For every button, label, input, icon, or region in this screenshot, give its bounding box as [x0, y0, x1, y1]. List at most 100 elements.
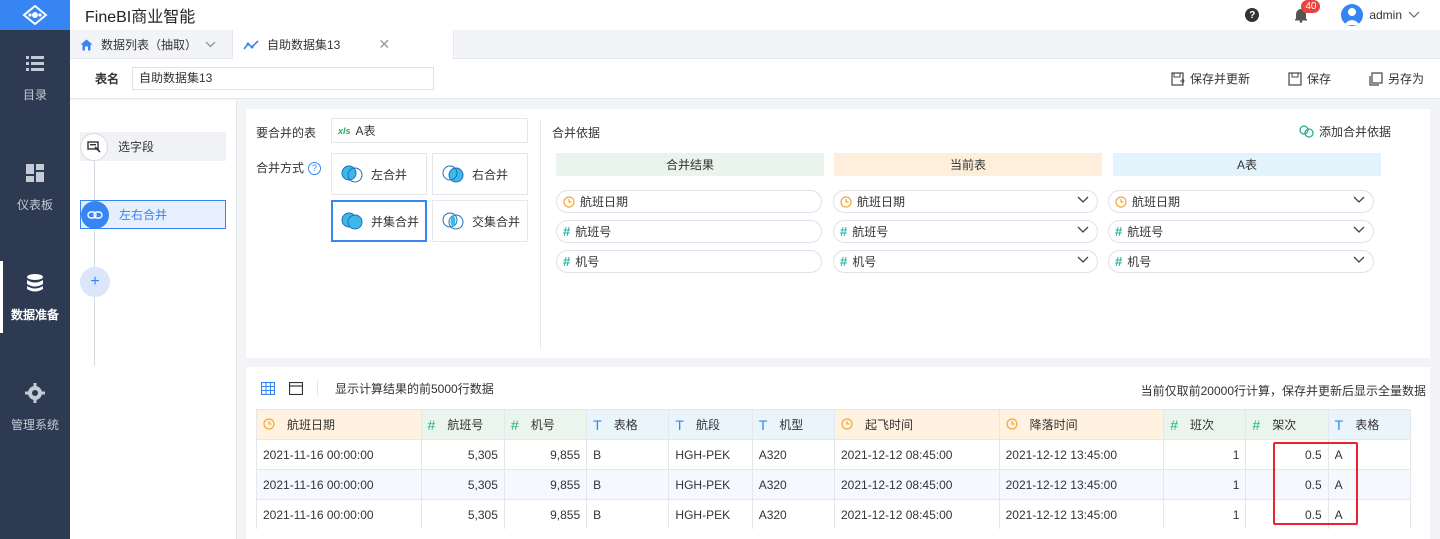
chevron-down-icon[interactable] — [1408, 11, 1420, 19]
table-cell[interactable]: 0.5 — [1245, 439, 1329, 470]
avatar[interactable] — [1341, 4, 1364, 26]
table-cell[interactable]: 1 — [1163, 469, 1247, 500]
table-cell[interactable]: A320 — [751, 499, 836, 529]
add-step-button[interactable]: + — [80, 267, 110, 297]
user-name[interactable]: admin — [1369, 8, 1402, 22]
nav-dashboard[interactable]: 仪表板 — [0, 147, 70, 227]
table-name-input[interactable]: 自助数据集13 — [132, 67, 434, 90]
tab-self-dataset[interactable]: 自助数据集13 ✕ — [233, 30, 454, 59]
save-label: 保存 — [1306, 72, 1331, 86]
chevron-down-icon — [1353, 256, 1365, 263]
current-field-select[interactable]: 航班日期 — [833, 190, 1098, 213]
table-cell[interactable]: 2021-12-12 08:45:00 — [834, 439, 1000, 470]
column-header[interactable]: # 机号 — [503, 409, 588, 440]
database-icon — [27, 273, 43, 291]
current-field-select[interactable]: # 机号 — [833, 250, 1098, 273]
column-header[interactable]: # 班次 — [1163, 409, 1247, 440]
save-update-icon — [1171, 71, 1185, 86]
intersect-merge-button[interactable]: 交集合并 — [432, 200, 528, 242]
save-update-button[interactable]: 保存并更新 — [1171, 70, 1250, 87]
table-cell[interactable]: 1 — [1163, 439, 1247, 470]
table-cell[interactable]: HGH-PEK — [668, 439, 753, 470]
other-field-select[interactable]: # 机号 — [1108, 250, 1374, 273]
save-as-button[interactable]: 另存为 — [1369, 70, 1424, 87]
column-header[interactable]: 起飞时间 — [834, 409, 1000, 440]
save-as-icon — [1369, 71, 1383, 86]
union-merge-button[interactable]: 并集合并 — [331, 200, 427, 242]
table-cell[interactable]: 2021-12-12 13:45:00 — [998, 439, 1165, 470]
bell-icon[interactable]: 40 — [1293, 0, 1321, 23]
column-header[interactable]: # 航班号 — [420, 409, 505, 440]
current-field-select[interactable]: # 航班号 — [833, 220, 1098, 243]
table-cell[interactable]: 2021-12-12 13:45:00 — [998, 469, 1165, 500]
table-cell[interactable]: B — [586, 439, 670, 470]
table-cell[interactable]: B — [586, 469, 670, 500]
notification-badge: 40 — [1301, 0, 1321, 13]
table-cell[interactable]: 2021-12-12 08:45:00 — [834, 469, 1000, 500]
column-header[interactable]: 降落时间 — [998, 409, 1165, 440]
table-cell[interactable]: 2021-12-12 13:45:00 — [998, 499, 1165, 529]
table-cell[interactable]: 1 — [1163, 499, 1247, 529]
other-field-select[interactable]: 航班日期 — [1108, 190, 1374, 213]
table-view-icon[interactable] — [261, 381, 275, 395]
column-header[interactable]: T 表格 — [586, 409, 670, 440]
nav-directory[interactable]: 目录 — [0, 37, 70, 117]
nav-admin[interactable]: 管理系统 — [0, 367, 70, 447]
preview-table: 航班日期 # 航班号 # 机号 T 表格 T 航段 T 机型 起飞时间 降落时间 # 班次 # 架次 T 表格 20… — [256, 409, 1411, 529]
table-cell[interactable]: 2021-11-16 00:00:00 — [256, 499, 422, 529]
add-basis-button[interactable]: 添加合并依据 — [1299, 123, 1391, 140]
table-cell[interactable]: 0.5 — [1245, 499, 1329, 529]
table-cell[interactable]: 2021-12-12 08:45:00 — [834, 499, 1000, 529]
field-name: 航班号 — [575, 225, 612, 239]
table-cell[interactable]: A — [1327, 499, 1411, 529]
table-cell[interactable]: 2021-11-16 00:00:00 — [256, 439, 422, 470]
table-cell[interactable]: A320 — [751, 439, 836, 470]
question-icon[interactable]: ? — [308, 162, 322, 176]
table-cell[interactable]: 9,855 — [503, 469, 588, 500]
text-icon: T — [758, 417, 768, 434]
column-header[interactable]: T 机型 — [751, 409, 836, 440]
result-field[interactable]: # 机号 — [556, 250, 822, 273]
table-cell[interactable]: A — [1327, 469, 1411, 500]
table-cell[interactable]: A — [1327, 439, 1411, 470]
column-header[interactable]: T 表格 — [1327, 409, 1411, 440]
close-icon[interactable]: ✕ — [378, 36, 390, 53]
logo-icon[interactable] — [0, 0, 70, 30]
column-header-label: 航班日期 — [287, 417, 336, 432]
column-header[interactable]: 航班日期 — [256, 409, 422, 440]
nav-data-prep[interactable]: 数据准备 — [0, 257, 70, 337]
panel-view-icon[interactable] — [289, 381, 303, 395]
table-cell[interactable]: 5,305 — [420, 469, 505, 500]
other-column-header: A表 — [1113, 153, 1381, 176]
right-merge-button[interactable]: 右合并 — [432, 153, 528, 195]
table-cell[interactable]: 5,305 — [420, 439, 505, 470]
step-lr-merge[interactable]: 左右合并 — [80, 200, 226, 229]
nav-label-dashboard: 仪表板 — [16, 197, 53, 212]
field-name: 航班日期 — [1132, 195, 1181, 209]
table-cell[interactable]: HGH-PEK — [668, 469, 753, 500]
merge-table-field[interactable]: xls A表 — [331, 118, 528, 143]
result-field[interactable]: # 航班号 — [556, 220, 822, 243]
save-button[interactable]: 保存 — [1288, 70, 1331, 87]
table-cell[interactable]: 9,855 — [503, 439, 588, 470]
column-header-label: 起飞时间 — [865, 417, 914, 432]
table-cell[interactable]: A320 — [751, 469, 836, 500]
table-cell[interactable]: 2021-11-16 00:00:00 — [256, 469, 422, 500]
other-field-select[interactable]: # 航班号 — [1108, 220, 1374, 243]
table-cell[interactable]: HGH-PEK — [668, 499, 753, 529]
table-cell[interactable]: 9,855 — [503, 499, 588, 529]
column-header[interactable]: # 架次 — [1245, 409, 1329, 440]
link-icon — [81, 200, 109, 229]
step-select-fields[interactable]: 选字段 — [80, 132, 226, 161]
chevron-down-icon[interactable] — [205, 41, 216, 48]
tab-label: 自助数据集13 — [267, 38, 341, 52]
result-field[interactable]: 航班日期 — [556, 190, 822, 213]
tab-data-list[interactable]: 数据列表（抽取） — [70, 30, 233, 59]
number-icon: # — [1252, 417, 1261, 434]
table-cell[interactable]: 0.5 — [1245, 469, 1329, 500]
table-cell[interactable]: B — [586, 499, 670, 529]
help-icon[interactable]: ? — [1245, 8, 1260, 22]
left-merge-button[interactable]: 左合并 — [331, 153, 427, 195]
column-header[interactable]: T 航段 — [668, 409, 753, 440]
table-cell[interactable]: 5,305 — [420, 499, 505, 529]
